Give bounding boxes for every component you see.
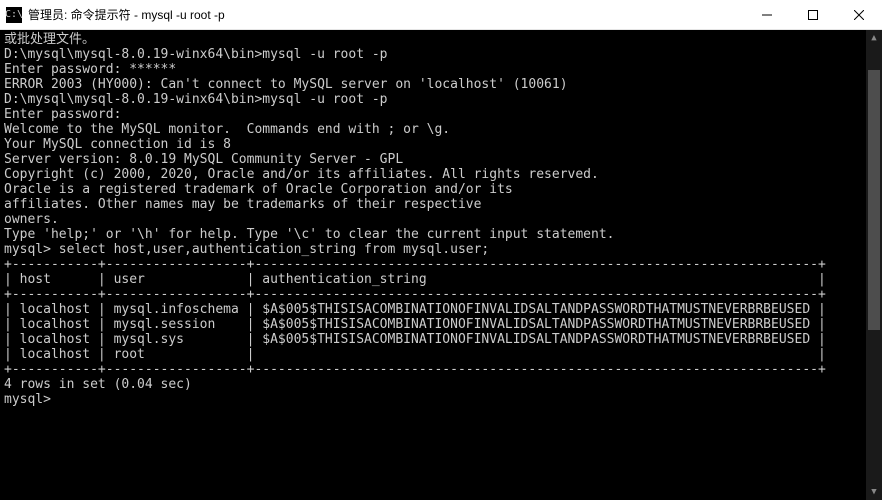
minimize-button[interactable]: [744, 0, 790, 29]
table-header: | host | user | authentication_string |: [4, 272, 878, 287]
terminal-line: 或批处理文件。: [4, 32, 878, 47]
terminal-line: D:\mysql\mysql-8.0.19-winx64\bin>mysql -…: [4, 92, 878, 107]
terminal-line: affiliates. Other names may be trademark…: [4, 197, 878, 212]
window-controls: [744, 0, 882, 29]
terminal-line: Enter password: ******: [4, 62, 878, 77]
minimize-icon: [762, 10, 772, 20]
terminal-line: ERROR 2003 (HY000): Can't connect to MyS…: [4, 77, 878, 92]
table-row: | localhost | mysql.sys | $A$005$THISISA…: [4, 332, 878, 347]
vertical-scrollbar[interactable]: ▲ ▼: [866, 30, 882, 500]
terminal-output[interactable]: 或批处理文件。D:\mysql\mysql-8.0.19-winx64\bin>…: [0, 30, 882, 500]
terminal-line: Oracle is a registered trademark of Orac…: [4, 182, 878, 197]
terminal-line: owners.: [4, 212, 878, 227]
scroll-down-arrow-icon[interactable]: ▼: [866, 484, 882, 500]
cmd-icon: C:\: [6, 7, 22, 23]
terminal-line: mysql> select host,user,authentication_s…: [4, 242, 878, 257]
terminal-line: Your MySQL connection id is 8: [4, 137, 878, 152]
terminal-line: Server version: 8.0.19 MySQL Community S…: [4, 152, 878, 167]
terminal-line: mysql>: [4, 392, 878, 407]
scroll-up-arrow-icon[interactable]: ▲: [866, 30, 882, 46]
terminal-line: Enter password:: [4, 107, 878, 122]
terminal-line: Copyright (c) 2000, 2020, Oracle and/or …: [4, 167, 878, 182]
terminal-line: 4 rows in set (0.04 sec): [4, 377, 878, 392]
maximize-icon: [808, 10, 818, 20]
table-divider: +-----------+------------------+--------…: [4, 287, 878, 302]
terminal-line: Type 'help;' or '\h' for help. Type '\c'…: [4, 227, 878, 242]
table-row: | localhost | root | |: [4, 347, 878, 362]
terminal-line: Welcome to the MySQL monitor. Commands e…: [4, 122, 878, 137]
table-row: | localhost | mysql.session | $A$005$THI…: [4, 317, 878, 332]
table-divider: +-----------+------------------+--------…: [4, 362, 878, 377]
maximize-button[interactable]: [790, 0, 836, 29]
table-divider: +-----------+------------------+--------…: [4, 257, 878, 272]
table-row: | localhost | mysql.infoschema | $A$005$…: [4, 302, 878, 317]
scrollbar-thumb[interactable]: [868, 70, 880, 330]
close-button[interactable]: [836, 0, 882, 29]
terminal-line: D:\mysql\mysql-8.0.19-winx64\bin>mysql -…: [4, 47, 878, 62]
close-icon: [854, 10, 864, 20]
titlebar[interactable]: C:\ 管理员: 命令提示符 - mysql -u root -p: [0, 0, 882, 30]
window-title: 管理员: 命令提示符 - mysql -u root -p: [28, 6, 225, 23]
